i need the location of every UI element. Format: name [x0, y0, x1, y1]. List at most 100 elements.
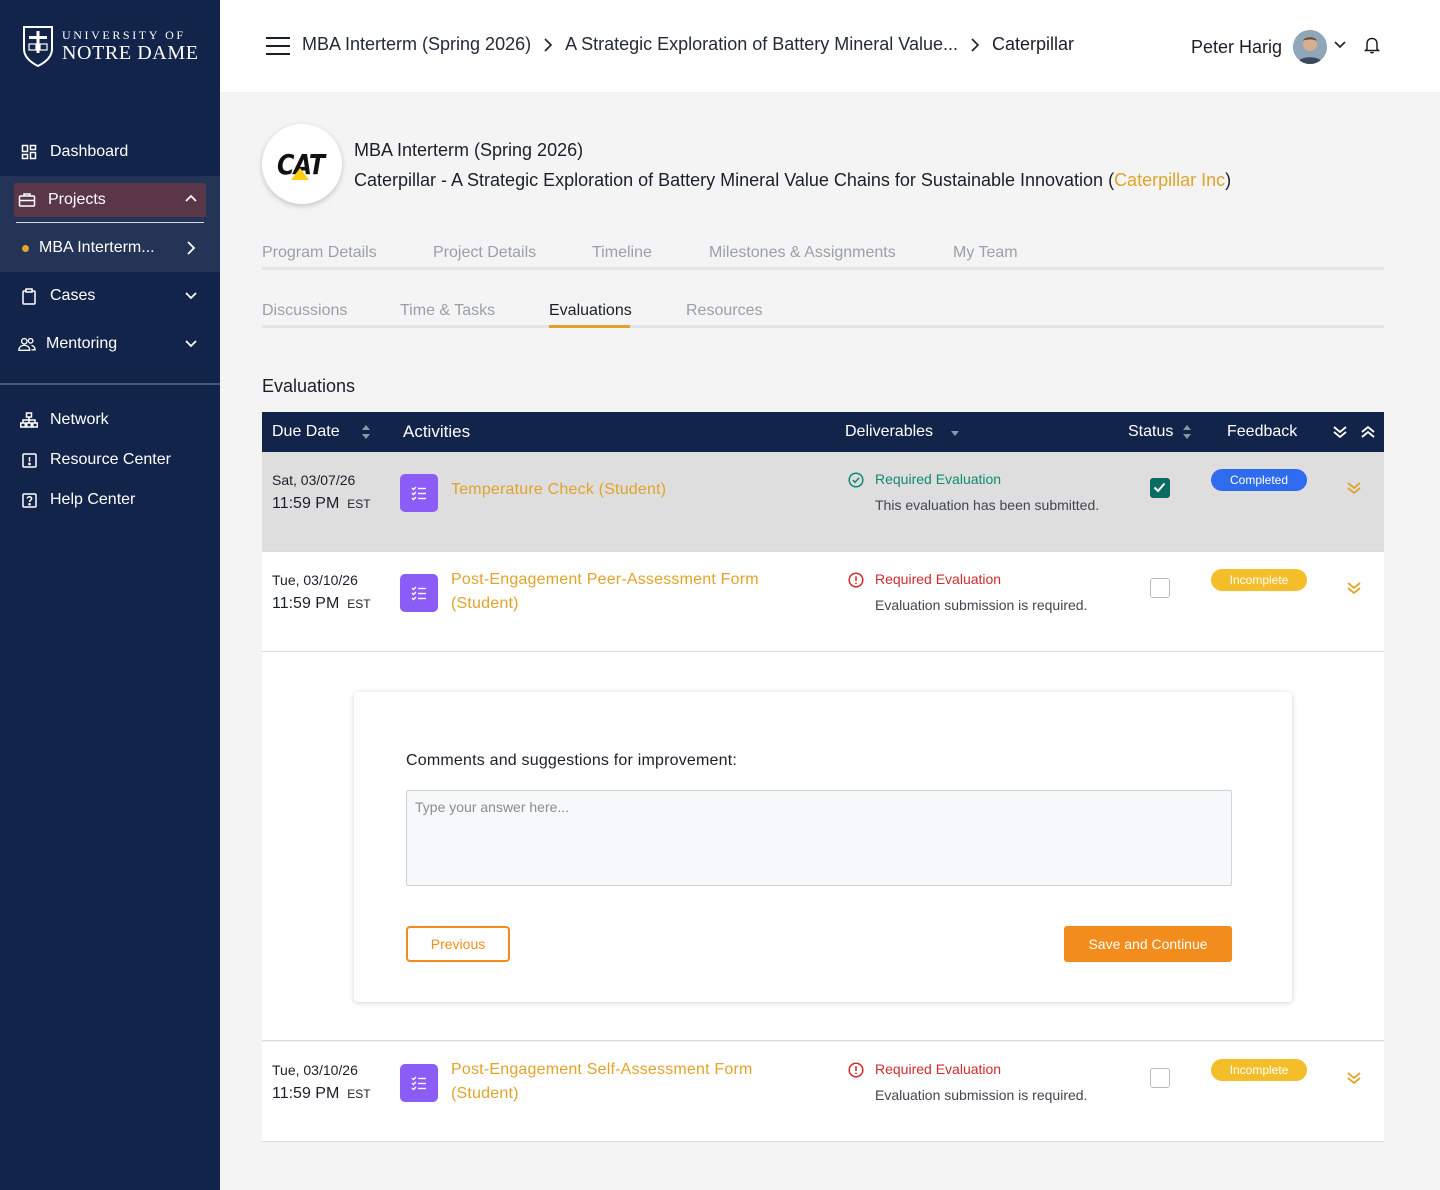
projects-divider [16, 222, 204, 223]
tab-project-details[interactable]: Project Details [433, 244, 536, 262]
comments-textarea[interactable] [406, 790, 1232, 886]
status-checkbox[interactable] [1150, 1068, 1170, 1088]
chevron-down-icon[interactable] [184, 288, 198, 302]
tab-program-details[interactable]: Program Details [262, 244, 377, 262]
sidebar-item-help-center[interactable]: Help Center [0, 478, 220, 522]
chevron-right-icon [187, 241, 196, 255]
logo-line1: UNIVERSITY OF [62, 28, 186, 42]
tabs-baseline [262, 325, 1384, 328]
evaluation-form-card: Comments and suggestions for improvement… [354, 692, 1292, 1002]
due-time-value: 11:59 PM [272, 1085, 340, 1102]
tab-evaluations[interactable]: Evaluations [549, 302, 632, 320]
help-box-icon [20, 491, 38, 509]
due-time: 11:59 PM EST [272, 1085, 371, 1103]
secondary-tabs: Discussions Time & Tasks Evaluations Res… [262, 294, 1384, 328]
due-time: 11:59 PM EST [272, 495, 371, 513]
tab-resources[interactable]: Resources [686, 302, 762, 320]
status-checkbox[interactable] [1150, 578, 1170, 598]
company-logo-triangle [291, 168, 309, 180]
header-deliverables[interactable]: Deliverables [845, 423, 933, 441]
company-link[interactable]: Caterpillar Inc [1114, 170, 1225, 190]
sidebar-subitem-mba-interterm[interactable]: MBA Interterm... [22, 232, 212, 264]
chevron-down-icon[interactable] [184, 336, 198, 350]
save-and-continue-button[interactable]: Save and Continue [1064, 926, 1232, 962]
hamburger-menu-icon[interactable] [265, 36, 291, 56]
tab-my-team[interactable]: My Team [953, 244, 1018, 262]
double-chevron-down-icon[interactable] [1346, 580, 1362, 596]
activity-link[interactable]: Post-Engagement Self-Assessment Form (St… [451, 1058, 811, 1106]
user-name[interactable]: Peter Harig [1191, 37, 1282, 58]
project-title-close: ) [1225, 170, 1232, 190]
sidebar-item-dashboard[interactable]: Dashboard [0, 130, 220, 174]
tab-timeline[interactable]: Timeline [592, 244, 652, 262]
sidebar-divider [0, 383, 220, 385]
header-feedback: Feedback [1227, 423, 1298, 440]
primary-tabs: Program Details Project Details Timeline… [262, 236, 1384, 270]
project-title: Caterpillar - A Strategic Exploration of… [354, 170, 1231, 191]
sidebar-item-cases[interactable]: Cases [0, 274, 220, 318]
tabs-baseline [262, 267, 1384, 270]
due-time: 11:59 PM EST [272, 595, 371, 613]
sidebar-item-label: Projects [48, 191, 106, 208]
network-icon [20, 411, 38, 429]
table-row[interactable]: Tue, 03/10/26 11:59 PM EST Post-Engagemen… [262, 1042, 1384, 1142]
sort-icon[interactable] [1182, 423, 1192, 441]
table-row[interactable]: Sat, 03/07/26 11:59 PM EST Temperature Ch… [262, 452, 1384, 552]
caret-down-icon[interactable] [950, 424, 960, 442]
tab-milestones-assignments[interactable]: Milestones & Assignments [709, 244, 896, 262]
sidebar-subitem-label: MBA Interterm... [39, 239, 155, 256]
avatar[interactable] [1293, 30, 1327, 64]
sidebar-item-resource-center[interactable]: Resource Center [0, 438, 220, 482]
users-icon [18, 335, 36, 353]
table-header: Due Date Activities Deliverables Status … [262, 412, 1384, 452]
tab-time-tasks[interactable]: Time & Tasks [400, 302, 495, 320]
deliverable-subtext: Evaluation submission is required. [875, 1087, 1088, 1103]
checklist-icon [400, 1064, 438, 1102]
previous-button[interactable]: Previous [406, 926, 510, 962]
double-chevron-down-icon[interactable] [1346, 1070, 1362, 1086]
chevron-right-icon [544, 37, 553, 52]
breadcrumb-item[interactable]: MBA Interterm (Spring 2026) [302, 34, 531, 55]
deliverable-title: Required Evaluation [875, 571, 1002, 587]
sidebar-item-projects[interactable]: Projects [0, 178, 220, 222]
double-chevron-down-icon[interactable] [1346, 480, 1362, 496]
sidebar-item-label: Resource Center [50, 451, 171, 468]
timezone: EST [347, 597, 371, 611]
sidebar-item-network[interactable]: Network [0, 398, 220, 442]
activity-link[interactable]: Temperature Check (Student) [451, 478, 811, 502]
bell-icon[interactable] [1364, 36, 1380, 54]
header-due-date[interactable]: Due Date [272, 423, 340, 441]
sidebar: UNIVERSITY OF NOTRE DAME Dashboard Proje… [0, 0, 220, 1190]
header-status[interactable]: Status [1128, 423, 1173, 441]
sort-icon[interactable] [361, 423, 371, 441]
deliverable-title: Required Evaluation [875, 471, 1002, 487]
deliverable-title: Required Evaluation [875, 1061, 1002, 1077]
section-title: Evaluations [262, 376, 356, 396]
sidebar-item-mentoring[interactable]: Mentoring [0, 322, 220, 366]
tab-discussions[interactable]: Discussions [262, 302, 347, 320]
deliverable-subtext: Evaluation submission is required. [875, 597, 1088, 613]
table-row[interactable]: Tue, 03/10/26 11:59 PM EST Post-Engagemen… [262, 552, 1384, 652]
status-checkbox[interactable] [1150, 478, 1170, 498]
sidebar-item-label: Cases [50, 287, 96, 304]
breadcrumb: MBA Interterm (Spring 2026) A Strategic … [302, 34, 1074, 55]
active-dot [22, 244, 29, 252]
activity-link[interactable]: Post-Engagement Peer-Assessment Form (St… [451, 568, 811, 616]
program-name: MBA Interterm (Spring 2026) [354, 140, 584, 160]
active-tab-indicator [549, 325, 630, 328]
expand-all-icon[interactable] [1333, 425, 1347, 439]
shield-logo-icon [23, 26, 53, 67]
chevron-up-icon[interactable] [184, 192, 198, 206]
check-circle-icon [848, 472, 864, 488]
timezone: EST [347, 1087, 371, 1101]
breadcrumb-item[interactable]: A Strategic Exploration of Battery Miner… [565, 34, 958, 55]
deliverable-subtext: This evaluation has been submitted. [875, 497, 1100, 513]
due-time-value: 11:59 PM [272, 495, 340, 512]
status-badge: Incomplete [1211, 1059, 1307, 1081]
alert-box-icon [20, 451, 38, 469]
notre-dame-logo[interactable]: UNIVERSITY OF NOTRE DAME [22, 24, 202, 68]
sidebar-item-label: Network [50, 411, 109, 428]
alert-circle-icon [848, 1062, 864, 1078]
collapse-all-icon[interactable] [1361, 425, 1375, 439]
chevron-down-icon[interactable] [1334, 40, 1346, 50]
